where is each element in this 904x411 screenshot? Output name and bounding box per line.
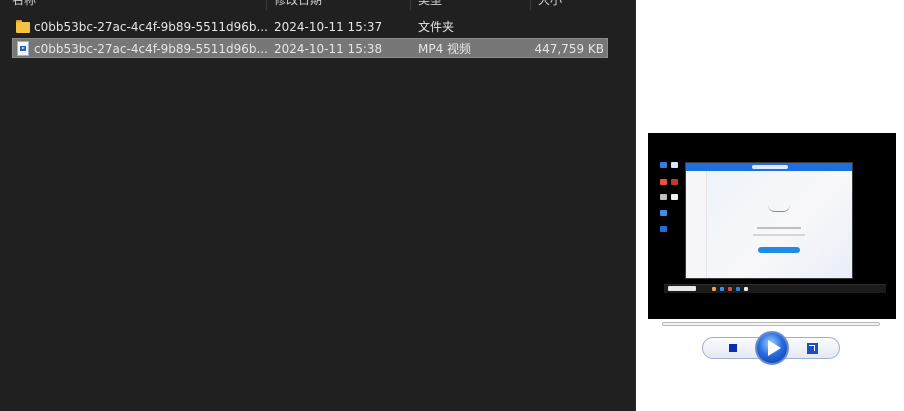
stop-button[interactable] [729, 344, 737, 352]
file-type: 文件夹 [418, 20, 455, 34]
desktop-icon [660, 194, 667, 200]
video-thumbnail[interactable] [648, 133, 896, 319]
file-row-folder[interactable]: c0bb53bc-27ac-4c4f-9b89-5511d96b... 2024… [12, 17, 608, 37]
desktop-icon [660, 226, 667, 232]
preview-pane [636, 0, 904, 411]
desktop-icon [660, 210, 667, 216]
column-separator[interactable] [530, 0, 531, 10]
file-modified: 2024-10-11 15:38 [274, 42, 383, 56]
desktop-icon [660, 179, 667, 185]
column-header-name[interactable]: 名称 [12, 0, 36, 9]
file-name: c0bb53bc-27ac-4c4f-9b89-5511d96b... [34, 20, 268, 34]
seek-bar[interactable] [662, 322, 880, 326]
file-name: c0bb53bc-27ac-4c4f-9b89-5511d96b... [34, 42, 268, 56]
desktop-icon [671, 194, 678, 200]
file-size: 447,759 KB [534, 42, 604, 56]
video-file-icon [17, 41, 29, 56]
mini-app-window [685, 162, 853, 279]
column-header-modified[interactable]: 修改日期 [274, 0, 322, 9]
desktop-icon [671, 179, 678, 185]
file-type: MP4 视频 [418, 42, 472, 56]
open-external-button[interactable] [807, 343, 818, 354]
file-row-video[interactable]: c0bb53bc-27ac-4c4f-9b89-5511d96b... 2024… [12, 38, 608, 58]
column-separator[interactable] [266, 0, 267, 10]
file-list: 名称 修改日期 类型 大小 c0bb53bc-27ac-4c4f-9b89-55… [0, 0, 635, 411]
play-button[interactable] [755, 331, 789, 365]
mini-taskbar [664, 284, 886, 293]
column-separator[interactable] [410, 0, 411, 10]
player-controls [702, 331, 840, 365]
file-modified: 2024-10-11 15:37 [274, 20, 383, 34]
desktop-icon [671, 162, 678, 168]
column-header-size[interactable]: 大小 [538, 0, 562, 9]
folder-icon [16, 20, 30, 33]
desktop-icon [660, 162, 667, 168]
column-header-type[interactable]: 类型 [418, 0, 442, 9]
